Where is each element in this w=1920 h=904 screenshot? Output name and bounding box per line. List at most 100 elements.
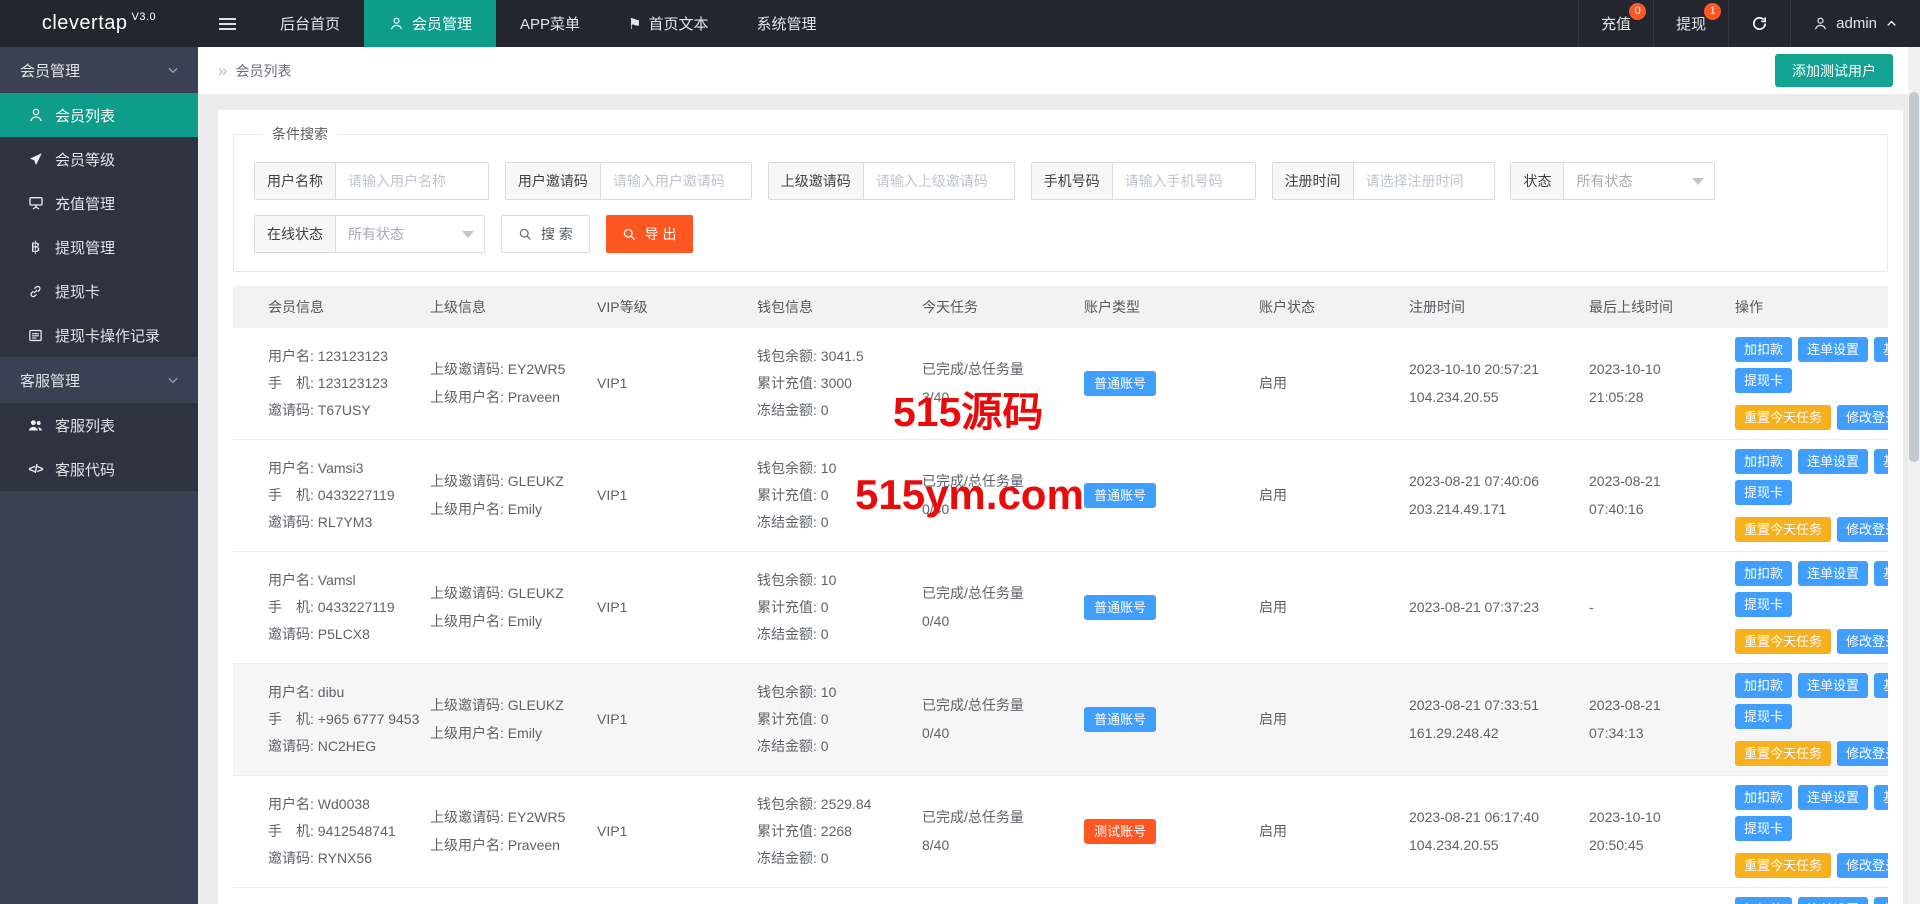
- search-button[interactable]: 搜 索: [500, 215, 590, 253]
- withdraw-card-button[interactable]: 提现卡: [1735, 816, 1793, 841]
- scrollbar-thumb[interactable]: [1909, 92, 1919, 462]
- nav-item-system[interactable]: 系统管理: [733, 0, 841, 47]
- today-tasks-cell: 已完成/总任务量 40/40: [910, 887, 1072, 904]
- wallet-info-cell: 钱包余额: 10 累计充值: 0 冻结金额: 0: [745, 551, 910, 664]
- sidebar-item-member-level[interactable]: 会员等级: [0, 137, 198, 181]
- sidebar-item-withdraw-manage[interactable]: ฿ 提现管理: [0, 225, 198, 269]
- admin-menu[interactable]: admin: [1790, 0, 1920, 47]
- withdraw-card-button[interactable]: 提现卡: [1735, 592, 1793, 617]
- navbar-right: 充值 0 提现 1 admin: [1578, 0, 1920, 47]
- reset-today-tasks-button[interactable]: 重置今天任务: [1735, 853, 1832, 878]
- watermark-text: 515源码: [893, 389, 1044, 435]
- sidebar-collapse-button[interactable]: [198, 0, 256, 47]
- phone-input[interactable]: [1112, 163, 1255, 199]
- account-type-badge[interactable]: 普通账号: [1084, 706, 1157, 732]
- basic-info-button[interactable]: 基础资料: [1874, 449, 1888, 474]
- search-row-1: 用户名称 用户邀请码 上级邀请码 手机号码 注册时间: [254, 162, 1877, 215]
- parent-invite-code-input[interactable]: [863, 163, 1014, 199]
- online-status-select[interactable]: 所有状态: [336, 216, 484, 252]
- account-type-cell: 普通账号: [1072, 663, 1247, 776]
- change-login-password-button[interactable]: 修改登录密码: [1837, 629, 1888, 654]
- sidebar-item-service-list[interactable]: 客服列表: [0, 403, 198, 447]
- chevron-up-icon: [1885, 17, 1898, 30]
- chain-order-settings-button[interactable]: 连单设置: [1798, 785, 1869, 810]
- basic-info-button[interactable]: 基础资料: [1874, 561, 1888, 586]
- chain-order-settings-button[interactable]: 连单设置: [1798, 449, 1869, 474]
- change-login-password-button[interactable]: 修改登录密码: [1837, 853, 1888, 878]
- chevron-down-icon: [1692, 177, 1705, 185]
- search-icon: [518, 227, 533, 242]
- reset-today-tasks-button[interactable]: 重置今天任务: [1735, 517, 1832, 542]
- register-time-cell: 2023-08-21 07:37:23: [1397, 551, 1577, 664]
- reset-today-tasks-button[interactable]: 重置今天任务: [1735, 405, 1832, 430]
- nav-item-dashboard[interactable]: 后台首页: [256, 0, 364, 47]
- account-status-cell: 启用: [1247, 887, 1397, 904]
- nav-item-members[interactable]: 会员管理: [364, 0, 497, 47]
- member-info-cell: 用户名: 123123123 手 机: 123123123 邀请码: T67US…: [233, 328, 418, 440]
- username-input[interactable]: [336, 163, 488, 199]
- page-scrollbar[interactable]: [1908, 47, 1920, 904]
- sidebar-item-service-code[interactable]: </> 客服代码: [0, 447, 198, 491]
- add-test-user-button[interactable]: 添加测试用户: [1775, 54, 1893, 87]
- actions-cell: 加扣款连单设置基础资料提现卡 重置今天任务修改登录密码: [1723, 439, 1888, 552]
- chain-order-settings-button[interactable]: 连单设置: [1798, 561, 1869, 586]
- account-type-badge[interactable]: 普通账号: [1084, 594, 1157, 620]
- phone-field-group: 手机号码: [1030, 162, 1256, 200]
- account-type-badge[interactable]: 普通账号: [1084, 370, 1157, 396]
- add-deduct-button[interactable]: 加扣款: [1735, 673, 1793, 698]
- sidebar-item-withdraw-card[interactable]: 提现卡: [0, 269, 198, 313]
- change-login-password-button[interactable]: 修改登录密码: [1837, 517, 1888, 542]
- status-select[interactable]: 所有状态: [1564, 163, 1714, 199]
- admin-username: admin: [1836, 15, 1877, 32]
- sidebar-item-recharge-manage[interactable]: 充值管理: [0, 181, 198, 225]
- add-deduct-button[interactable]: 加扣款: [1735, 561, 1793, 586]
- withdraw-card-button[interactable]: 提现卡: [1735, 480, 1793, 505]
- action-group-1: 加扣款连单设置基础资料提现卡: [1735, 337, 1888, 393]
- change-login-password-button[interactable]: 修改登录密码: [1837, 741, 1888, 766]
- nav-item-home-text[interactable]: ⚑ 首页文本: [604, 0, 732, 47]
- sidebar-item-withdraw-card-log[interactable]: 提现卡操作记录: [0, 313, 198, 357]
- basic-info-button[interactable]: 基础资料: [1874, 337, 1888, 362]
- parent-info-cell: 上级邀请码: UZB5PT 上级用户名: Anna008: [418, 887, 585, 904]
- export-button[interactable]: 导 出: [605, 215, 693, 253]
- user-invite-code-input[interactable]: [600, 163, 751, 199]
- register-time-field-group: 注册时间: [1271, 162, 1495, 200]
- account-type-badge[interactable]: 测试账号: [1084, 818, 1157, 844]
- basic-info-button[interactable]: 基础资料: [1874, 897, 1888, 904]
- code-icon: </>: [28, 462, 43, 476]
- basic-info-button[interactable]: 基础资料: [1874, 785, 1888, 810]
- withdraw-card-button[interactable]: 提现卡: [1735, 368, 1793, 393]
- withdraw-shortcut[interactable]: 提现 1: [1653, 0, 1728, 47]
- add-deduct-button[interactable]: 加扣款: [1735, 337, 1793, 362]
- register-time-input[interactable]: [1353, 163, 1494, 199]
- account-type-cell: 普通账号: [1072, 439, 1247, 552]
- recharge-shortcut[interactable]: 充值 0: [1578, 0, 1653, 47]
- chain-order-settings-button[interactable]: 连单设置: [1798, 337, 1869, 362]
- basic-info-button[interactable]: 基础资料: [1874, 673, 1888, 698]
- actions-cell: 加扣款连单设置基础资料提现卡 重置今天任务修改登录密码: [1723, 887, 1888, 904]
- withdraw-card-button[interactable]: 提现卡: [1735, 704, 1793, 729]
- username-field-group: 用户名称: [254, 162, 489, 200]
- add-deduct-button[interactable]: 加扣款: [1735, 785, 1793, 810]
- add-deduct-button[interactable]: 加扣款: [1735, 897, 1793, 904]
- vip-level-cell: VIP1: [585, 663, 745, 776]
- chain-order-settings-button[interactable]: 连单设置: [1798, 897, 1869, 904]
- vip-level-cell: VIP1: [585, 775, 745, 888]
- sidebar-group-service[interactable]: 客服管理: [0, 357, 198, 403]
- sidebar-group-members[interactable]: 会员管理: [0, 47, 198, 93]
- search-row-2: 在线状态 所有状态 搜 索 导 出: [254, 215, 1877, 268]
- nav-item-app-menu[interactable]: APP菜单: [496, 0, 604, 47]
- reset-today-tasks-button[interactable]: 重置今天任务: [1735, 629, 1832, 654]
- actions-cell: 加扣款连单设置基础资料提现卡 重置今天任务修改登录密码: [1723, 328, 1888, 440]
- change-login-password-button[interactable]: 修改登录密码: [1837, 405, 1888, 430]
- refresh-button[interactable]: [1728, 0, 1790, 47]
- chain-order-settings-button[interactable]: 连单设置: [1798, 673, 1869, 698]
- action-group-1: 加扣款连单设置基础资料提现卡: [1735, 785, 1888, 841]
- reset-today-tasks-button[interactable]: 重置今天任务: [1735, 741, 1832, 766]
- action-group-2: 重置今天任务修改登录密码: [1735, 741, 1888, 766]
- user-icon: [1813, 16, 1828, 31]
- search-panel: 条件搜索 用户名称 用户邀请码 上级邀请码 手机号码: [233, 124, 1888, 272]
- add-deduct-button[interactable]: 加扣款: [1735, 449, 1793, 474]
- sidebar-item-member-list[interactable]: 会员列表: [0, 93, 198, 137]
- account-type-badge[interactable]: 普通账号: [1084, 482, 1157, 508]
